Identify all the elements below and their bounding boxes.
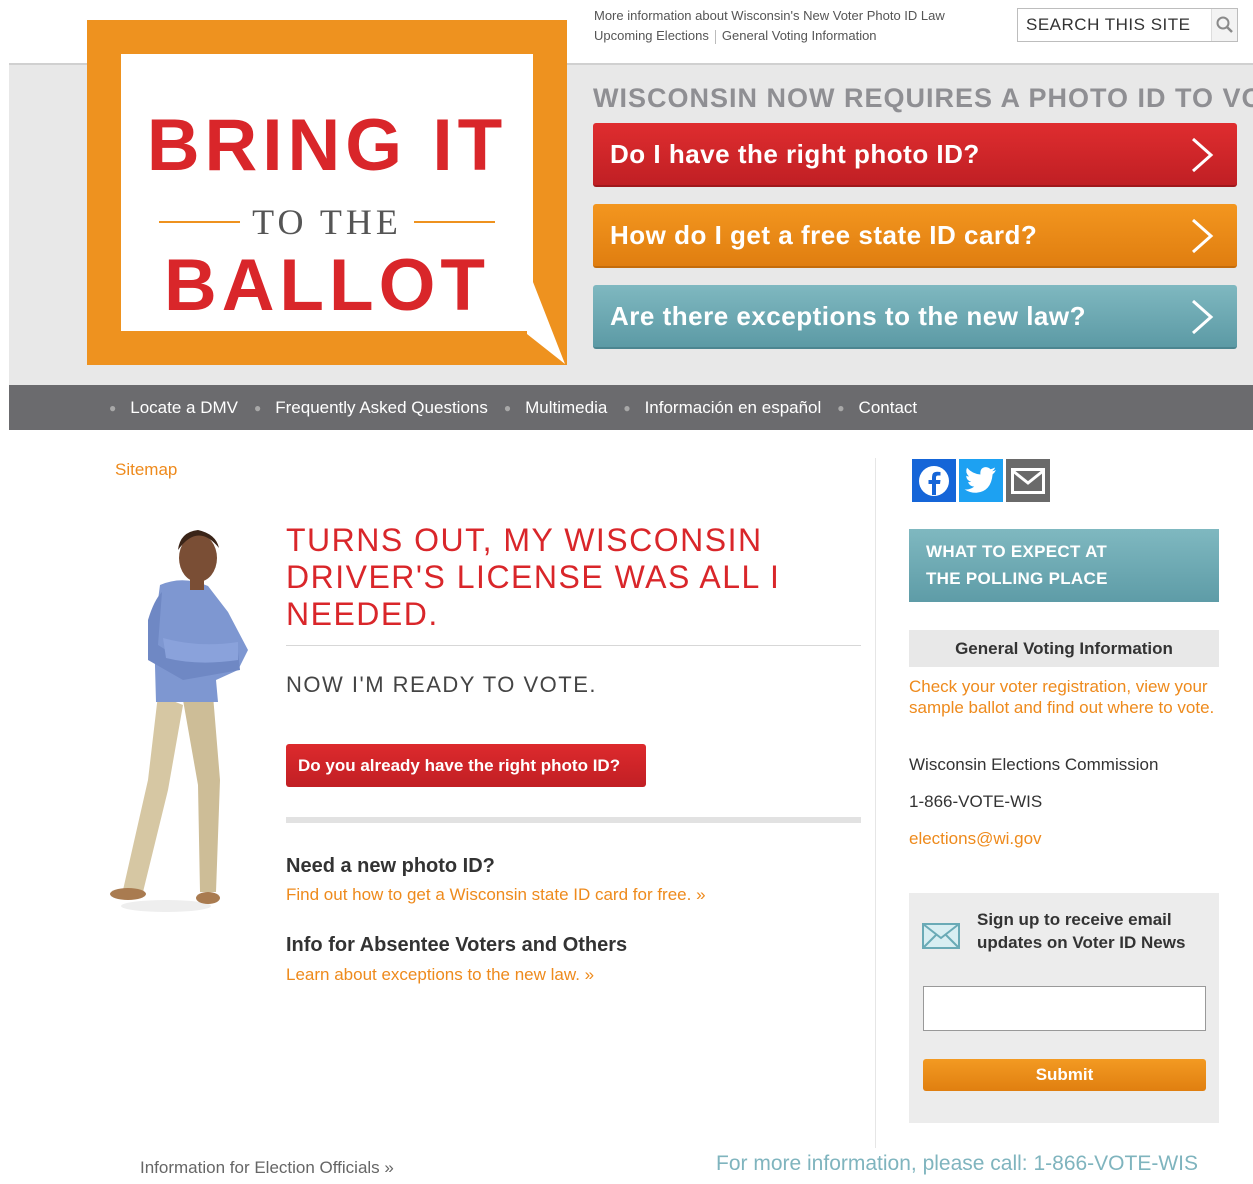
social-share-bar [912, 459, 1050, 502]
envelope-icon [922, 923, 960, 949]
column-divider [875, 458, 876, 1148]
link-separator [714, 29, 716, 44]
speech-bubble-tail [527, 282, 565, 364]
photo-id-law-link[interactable]: More information about Wisconsin's New V… [594, 8, 945, 23]
logo-line-2-text: TO THE [252, 202, 402, 242]
ready-to-vote-text: NOW I'M READY TO VOTE. [286, 672, 598, 697]
free-state-id-button[interactable]: How do I get a free state ID card? [593, 204, 1237, 268]
upcoming-elections-link[interactable]: Upcoming Elections [594, 28, 709, 43]
logo-line-2: TO THE [159, 202, 496, 242]
voter-registration-link[interactable]: Check your voter registration, view your… [909, 676, 1219, 718]
nav-locate-dmv[interactable]: Locate a DMV [130, 398, 238, 418]
divider-thick [286, 817, 861, 823]
chevron-right-icon [1192, 218, 1214, 254]
sitemap-link[interactable]: Sitemap [115, 460, 177, 480]
free-state-id-link[interactable]: Find out how to get a Wisconsin state ID… [286, 885, 706, 905]
twitter-icon [964, 466, 996, 493]
email-signup-box: Sign up to receive email updates on Vote… [909, 893, 1219, 1123]
new-photo-id-heading: Need a new photo ID? [286, 855, 495, 877]
cta-label: Are there exceptions to the new law? [610, 300, 1086, 331]
election-officials-link[interactable]: Information for Election Officials » [140, 1158, 394, 1178]
submit-button[interactable]: Submit [923, 1059, 1206, 1091]
nav-espanol[interactable]: Información en español [645, 398, 822, 418]
nav-bullet: ● [837, 400, 845, 415]
nav-multimedia[interactable]: Multimedia [525, 398, 607, 418]
cta-label: How do I get a free state ID card? [610, 219, 1038, 250]
twitter-share-button[interactable] [959, 459, 1003, 502]
exceptions-button[interactable]: Are there exceptions to the new law? [593, 285, 1237, 349]
signup-text: Sign up to receive email updates on Vote… [977, 910, 1186, 952]
email-icon [1011, 467, 1045, 494]
chevron-right-icon [1192, 299, 1214, 335]
email-share-button[interactable] [1006, 459, 1050, 502]
search-icon [1216, 16, 1233, 33]
facebook-icon [919, 465, 949, 496]
nav-bullet: ● [109, 400, 117, 415]
absentee-voters-heading: Info for Absentee Voters and Others [286, 934, 628, 956]
top-links: More information about Wisconsin's New V… [594, 6, 945, 46]
divider [286, 645, 861, 646]
email-signup-input[interactable] [923, 986, 1206, 1031]
logo-line-3: BALLOT [164, 245, 490, 326]
general-voting-info-link[interactable]: General Voting Information [722, 28, 877, 43]
exceptions-link[interactable]: Learn about exceptions to the new law. » [286, 965, 594, 985]
nav-bullet: ● [503, 400, 512, 415]
logo-rule-right [413, 221, 496, 223]
voter-woman-photo [110, 530, 248, 912]
right-photo-id-button[interactable]: Do I have the right photo ID? [593, 123, 1237, 187]
search-button[interactable] [1211, 9, 1237, 41]
polling-place-line-2: THE POLLING PLACE [926, 569, 1108, 588]
logo-line-1: BRING IT [146, 105, 508, 186]
photo-id-headline: WISCONSIN NOW REQUIRES A PHOTO ID TO VOT… [593, 83, 1253, 113]
facebook-share-button[interactable] [912, 459, 956, 502]
already-have-photo-id-button[interactable]: Do you already have the right photo ID? [286, 744, 646, 787]
nav-bullet: ● [623, 400, 631, 415]
general-voting-info-heading: General Voting Information [909, 630, 1219, 667]
main-nav: ● Locate a DMV ● Frequently Asked Question… [9, 385, 1253, 430]
footer-call-text: For more information, please call: 1-866… [716, 1152, 1198, 1175]
chevron-right-icon [1192, 137, 1214, 173]
polling-place-line-1: WHAT TO EXPECT AT [926, 542, 1108, 561]
nav-contact[interactable]: Contact [859, 398, 918, 418]
cta-label: Do I have the right photo ID? [610, 138, 980, 169]
search-input[interactable] [1018, 9, 1208, 41]
commission-name: Wisconsin Elections Commission [909, 755, 1159, 774]
nav-faq[interactable]: Frequently Asked Questions [275, 398, 488, 418]
logo-speech-bubble: BRING IT TO THE BALLOT [121, 54, 533, 331]
phone-number: 1-866-VOTE-WIS [909, 792, 1043, 811]
site-search [1017, 8, 1238, 42]
main-headline: TURNS OUT, MY WISCONSIN DRIVER'S LICENSE… [286, 522, 781, 632]
logo-rule-left [159, 221, 241, 223]
bring-it-to-the-ballot-logo[interactable]: BRING IT TO THE BALLOT [87, 20, 567, 365]
email-link[interactable]: elections@wi.gov [909, 829, 1042, 849]
polling-place-banner[interactable]: WHAT TO EXPECT AT THE POLLING PLACE [909, 529, 1219, 602]
nav-bullet: ● [253, 400, 262, 415]
